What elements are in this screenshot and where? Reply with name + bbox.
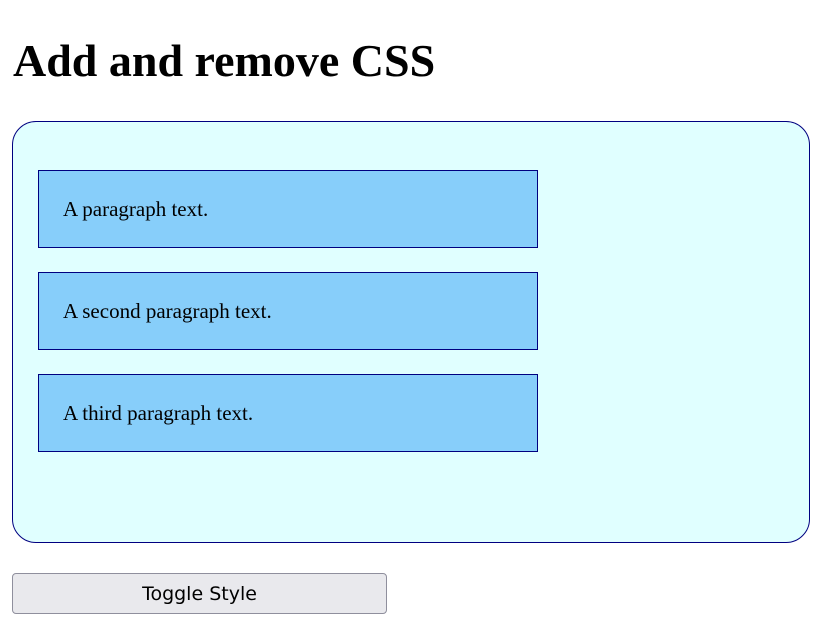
- toggle-style-button[interactable]: Toggle Style: [12, 573, 387, 614]
- paragraph-1: A paragraph text.: [38, 170, 538, 248]
- paragraph-3: A third paragraph text.: [38, 374, 538, 452]
- paragraph-2: A second paragraph text.: [38, 272, 538, 350]
- styled-container: A paragraph text. A second paragraph tex…: [12, 121, 810, 543]
- page-title: Add and remove CSS: [13, 35, 436, 86]
